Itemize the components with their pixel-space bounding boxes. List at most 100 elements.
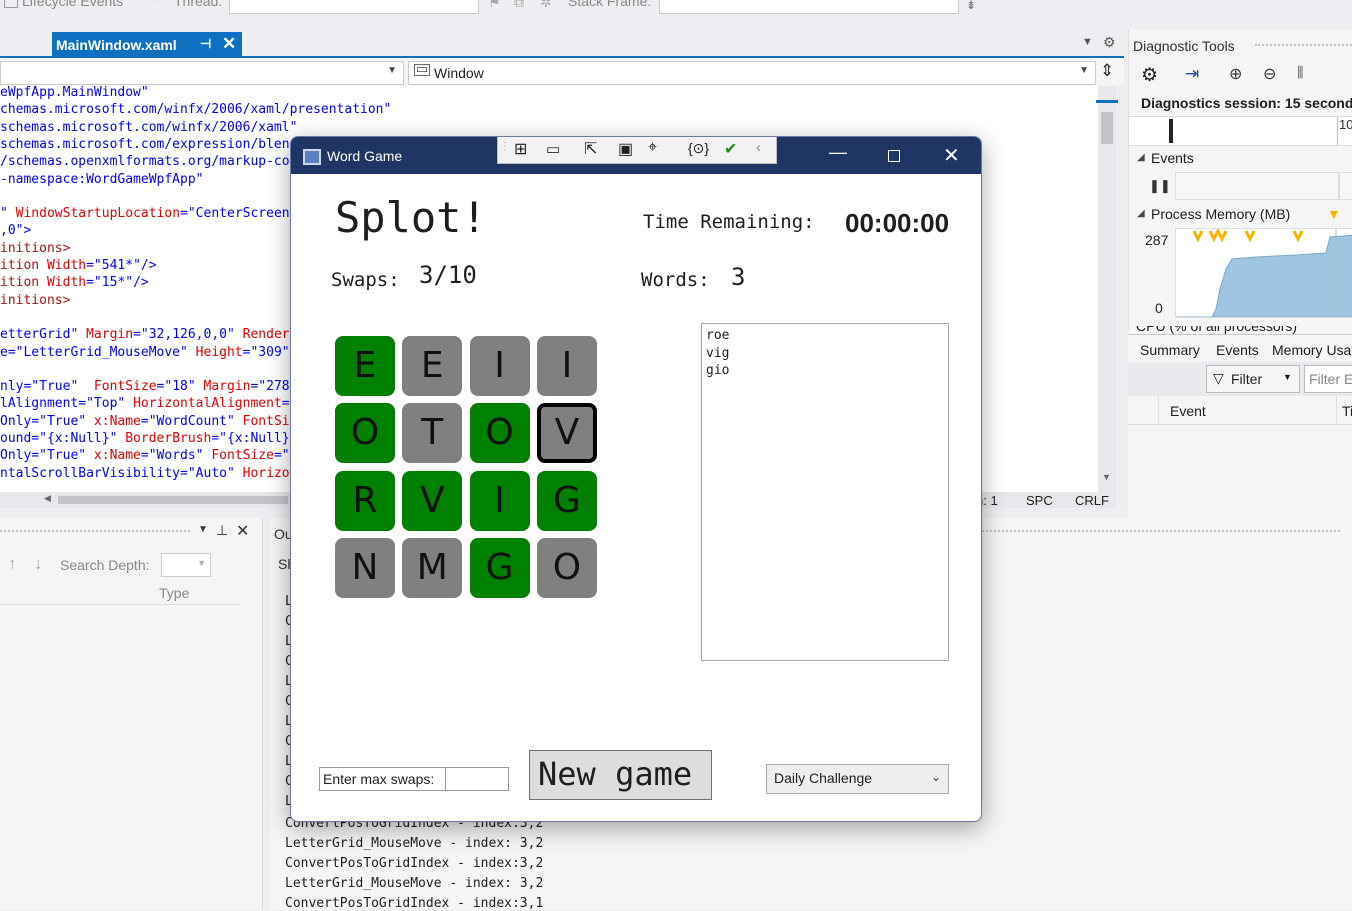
chevron-down-icon[interactable]: ▾: [154, 0, 159, 4]
arrow-up-icon[interactable]: ↑: [8, 554, 17, 574]
letter-tile[interactable]: G: [536, 470, 597, 531]
code-line[interactable]: lAlignment="Top" HorizontalAlignment=: [0, 395, 290, 412]
threads-icon[interactable]: ⧉: [514, 0, 524, 11]
search-depth-combo[interactable]: ▼: [161, 553, 211, 577]
minimize-icon[interactable]: —: [829, 142, 847, 163]
new-game-button[interactable]: New game: [529, 750, 712, 800]
letter-tile[interactable]: I: [469, 336, 530, 396]
code-line[interactable]: Only="True" x:Name="WordCount" FontSi: [0, 413, 290, 430]
letter-tile[interactable]: V: [402, 470, 463, 531]
tab-dropdown-icon[interactable]: ▼: [1082, 36, 1093, 48]
scrollbar-thumb[interactable]: [58, 496, 288, 504]
mode-select[interactable]: Daily Challenge ⌄: [766, 764, 949, 794]
letter-tile[interactable]: N: [335, 537, 395, 598]
letter-tile[interactable]: O: [536, 537, 597, 598]
editor-vertical-scrollbar[interactable]: ▼: [1096, 86, 1118, 492]
letter-tile[interactable]: G: [469, 537, 530, 598]
code-line[interactable]: schemas.microsoft.com/expression/blen: [0, 136, 290, 153]
zoom-in-icon[interactable]: ⊕: [1229, 64, 1242, 84]
lifecycle-events-label[interactable]: Lifecycle Events: [22, 0, 123, 9]
events-section-label[interactable]: Events: [1151, 150, 1194, 166]
window-title-bar[interactable]: Word Game ⋮ ⊞ ▭ ⇱ ▣ ⌖ {⊙} ✔ ‹ — ✕: [291, 137, 981, 174]
letter-tile[interactable]: O: [335, 403, 395, 464]
code-line[interactable]: e="LetterGrid_MouseMove" Height="309": [0, 344, 290, 361]
overflow-icon[interactable]: ⇟: [966, 0, 976, 12]
stack-frame-combo[interactable]: [659, 0, 959, 14]
code-line[interactable]: /schemas.openxmlformats.org/markup-co: [0, 153, 290, 170]
code-line[interactable]: chemas.microsoft.com/winfx/2006/xaml/pre…: [0, 101, 391, 118]
window-close-icon[interactable]: ✕: [943, 143, 960, 168]
pin-icon[interactable]: ⊣: [200, 36, 211, 52]
filter-button[interactable]: ▽ Filter ▼: [1206, 365, 1300, 393]
zoom-out-icon[interactable]: ⊖: [1263, 64, 1276, 84]
settings-gear-icon[interactable]: ⚙: [1141, 64, 1158, 87]
event-column-header[interactable]: Event: [1170, 403, 1206, 419]
timeline-cursor[interactable]: [1169, 119, 1173, 143]
whitespace-indicator[interactable]: SPC: [1026, 493, 1053, 508]
code-line[interactable]: schemas.microsoft.com/winfx/2006/xaml": [0, 119, 297, 136]
thread-combo[interactable]: [229, 0, 479, 14]
events-track[interactable]: [1175, 172, 1339, 200]
line-ending-indicator[interactable]: CRLF: [1075, 493, 1109, 508]
filter-search-input[interactable]: Filter E: [1304, 365, 1352, 393]
code-line[interactable]: nly="True" FontSize="18" Margin="278: [0, 378, 290, 395]
tab-summary[interactable]: Summary: [1140, 342, 1200, 358]
hot-reload-ok-icon[interactable]: ✔: [724, 139, 737, 159]
scroll-left-icon[interactable]: ◀: [44, 493, 51, 504]
letter-tile[interactable]: I: [469, 470, 530, 531]
binding-failures-icon[interactable]: {⊙}: [688, 140, 709, 157]
letter-tile[interactable]: O: [469, 403, 530, 464]
tab-events[interactable]: Events: [1216, 342, 1259, 358]
collapse-icon[interactable]: ◢: [1137, 152, 1145, 163]
code-line[interactable]: etterGrid" Margin="32,126,0,0" RenderT: [0, 326, 297, 343]
words-list[interactable]: roe vig gio: [701, 323, 949, 661]
gear-icon[interactable]: ⚙: [1103, 34, 1116, 51]
select-element-icon[interactable]: ⇱: [584, 139, 597, 159]
maximize-icon[interactable]: [888, 150, 900, 162]
live-visual-tree-icon[interactable]: ⊞: [514, 139, 527, 159]
code-line[interactable]: Only="True" x:Name="Words" FontSize=": [0, 447, 290, 464]
code-line[interactable]: initions>: [0, 240, 70, 257]
export-icon[interactable]: ⇥: [1185, 64, 1199, 84]
split-icon[interactable]: ⇕: [1100, 61, 1114, 81]
letter-tile[interactable]: E: [335, 336, 395, 396]
max-swaps-input[interactable]: [445, 768, 508, 790]
letter-tile[interactable]: R: [335, 470, 395, 531]
code-line[interactable]: initions>: [0, 292, 70, 309]
collapse-toolbar-icon[interactable]: ‹: [756, 139, 761, 156]
memory-section-label[interactable]: Process Memory (MB): [1151, 206, 1290, 222]
pin-icon[interactable]: ⊥: [216, 522, 228, 539]
cpu-section-label[interactable]: CPU (% of all processors): [1136, 326, 1297, 334]
code-line[interactable]: " WindowStartupLocation="CenterScreen: [0, 205, 290, 222]
letter-tile[interactable]: T: [402, 403, 463, 464]
timeline-ruler[interactable]: 10: [1129, 116, 1352, 146]
memory-chart[interactable]: [1175, 228, 1352, 318]
drag-grip-icon[interactable]: ⋮: [500, 141, 510, 152]
close-icon[interactable]: ✕: [236, 521, 249, 541]
code-line[interactable]: ,0">: [0, 222, 31, 239]
arrow-down-icon[interactable]: ↓: [34, 554, 43, 574]
letter-tile[interactable]: I: [536, 336, 597, 396]
code-line[interactable]: ition Width="541*"/>: [0, 257, 157, 274]
code-line[interactable]: -namespace:WordGameWpfApp": [0, 171, 204, 188]
flag-icon[interactable]: ⚑: [488, 0, 501, 11]
pause-icon[interactable]: ❚❚: [1149, 178, 1171, 194]
code-line[interactable]: eWpfApp.MainWindow": [0, 86, 149, 101]
letter-grid[interactable]: EEIIOTOVRVIGNMGO: [335, 336, 601, 602]
member-nav-combo[interactable]: ▭ Window ▼: [408, 61, 1096, 85]
display-adorners-icon[interactable]: ▣: [618, 139, 633, 159]
letter-tile[interactable]: M: [402, 537, 463, 598]
type-nav-combo[interactable]: ▼: [0, 61, 404, 85]
collapse-icon[interactable]: ◢: [1137, 208, 1145, 219]
checkbox-icon[interactable]: [4, 0, 18, 8]
video-icon[interactable]: ▭: [546, 140, 560, 158]
type-column-header[interactable]: Type: [159, 585, 189, 601]
track-focus-icon[interactable]: ⌖: [648, 139, 657, 157]
code-line[interactable]: ition Width="15*"/>: [0, 274, 149, 291]
reset-zoom-icon[interactable]: ⫼: [1297, 64, 1303, 81]
scroll-down-icon[interactable]: ▼: [1102, 472, 1111, 482]
scrollbar-thumb[interactable]: [1101, 112, 1113, 144]
bug-icon[interactable]: ✲: [540, 0, 552, 11]
code-line[interactable]: ntalScrollBarVisibility="Auto" Horizo: [0, 465, 290, 482]
close-icon[interactable]: ✕: [222, 34, 236, 54]
